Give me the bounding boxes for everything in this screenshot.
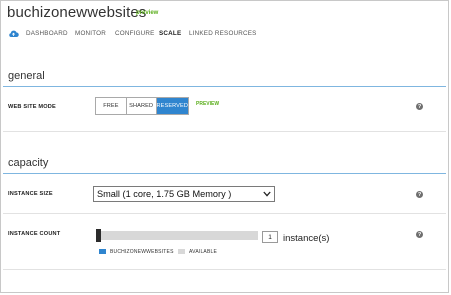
tab-configure[interactable]: CONFIGURE xyxy=(115,30,155,37)
legend-label-site: BUCHIZONEWWEBSITES xyxy=(110,249,174,255)
instance-count-slider-handle[interactable] xyxy=(96,229,101,242)
instance-size-select[interactable]: Small (1 core, 1.75 GB Memory ) xyxy=(93,186,275,202)
legend-swatch-site xyxy=(99,249,106,254)
row-divider xyxy=(3,269,446,270)
tab-dashboard[interactable]: DASHBOARD xyxy=(26,30,68,37)
help-icon[interactable]: ? xyxy=(416,231,423,238)
web-site-mode-toggle: FREE SHARED RESERVED xyxy=(95,97,189,115)
capacity-divider xyxy=(3,173,446,174)
tab-monitor[interactable]: MONITOR xyxy=(75,30,106,37)
tab-linked-resources[interactable]: LINKED RESOURCES xyxy=(189,30,257,37)
instance-count-label: INSTANCE COUNT xyxy=(8,231,61,237)
instance-size-value: Small (1 core, 1.75 GB Memory ) xyxy=(97,189,232,199)
help-icon[interactable]: ? xyxy=(416,103,423,110)
chevron-down-icon xyxy=(263,191,271,197)
preview-badge: preview xyxy=(136,10,159,16)
web-site-mode-label: WEB SITE MODE xyxy=(8,104,56,110)
instance-count-unit: instance(s) xyxy=(283,233,330,244)
instance-count-slider-track[interactable] xyxy=(98,231,258,240)
help-icon[interactable]: ? xyxy=(416,191,423,198)
general-heading: general xyxy=(8,70,45,82)
legend-swatch-available xyxy=(178,249,185,254)
instance-count-input[interactable]: 1 xyxy=(262,231,278,243)
portal-frame xyxy=(0,0,449,293)
row-divider xyxy=(3,131,446,132)
cloud-icon xyxy=(9,30,19,37)
tab-scale[interactable]: SCALE xyxy=(159,30,181,37)
legend-label-available: AVAILABLE xyxy=(189,249,218,255)
instance-size-label: INSTANCE SIZE xyxy=(8,191,53,197)
mode-shared-button[interactable]: SHARED xyxy=(125,98,156,114)
mode-reserved-button[interactable]: RESERVED xyxy=(155,98,188,114)
row-divider xyxy=(3,213,446,214)
capacity-heading: capacity xyxy=(8,157,49,169)
general-divider xyxy=(3,86,446,87)
mode-free-button[interactable]: FREE xyxy=(96,98,126,114)
mode-preview-badge: PREVIEW xyxy=(196,101,220,107)
site-title: buchizonewwebsites xyxy=(7,4,147,21)
